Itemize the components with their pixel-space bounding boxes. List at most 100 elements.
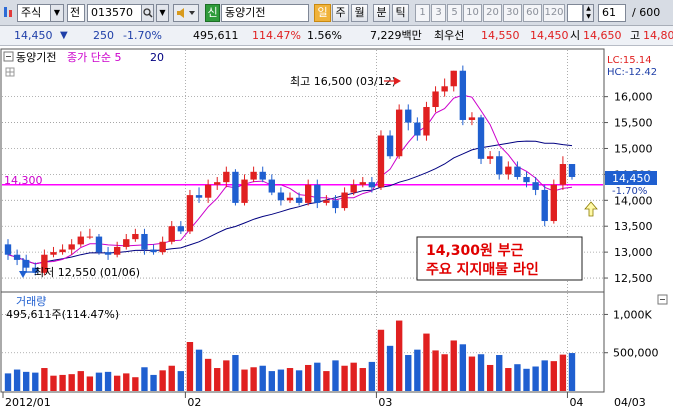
period-day-label: 일 [317, 6, 328, 19]
custom-period-input[interactable] [567, 4, 583, 22]
minute-120-button[interactable]: 120 [543, 4, 565, 22]
candle [550, 179, 557, 224]
stock-name-field: 동양기전 [221, 4, 309, 22]
minute-3-button[interactable]: 3 [431, 4, 446, 22]
period-month-button[interactable]: 월 [351, 4, 368, 22]
volume-bar [4, 373, 12, 391]
candle-body [514, 166, 521, 177]
minute-20-button[interactable]: 20 [483, 4, 502, 22]
volume-bar [32, 372, 39, 391]
candle-body [459, 70, 467, 120]
minute-30-label: 30 [506, 7, 519, 18]
candle-body [377, 135, 385, 188]
minute-10-button[interactable]: 10 [463, 4, 482, 22]
quote-bar: 14,450 ▼ 250 -1.70% 495,611 114.47% 1.56… [0, 26, 673, 46]
speaker-icon[interactable] [173, 4, 199, 22]
volume-bar [323, 371, 330, 391]
minute-30-button[interactable]: 30 [503, 4, 522, 22]
candle-body [68, 244, 75, 250]
top-toolbar: 주식 ▼ 전 013570 ▼ 신 동양기전 일 주 월 분 틱 1 3 5 1… [0, 0, 673, 26]
custom-period-spin-icon[interactable]: ▲ ▼ [583, 4, 594, 22]
candle-body [168, 226, 175, 242]
volume-bar [223, 360, 230, 391]
candle-body [477, 117, 485, 159]
volume-bar [50, 375, 57, 391]
period-tick-button[interactable]: 틱 [392, 4, 409, 22]
ma-short-label: 종가 단순 5 [67, 51, 121, 64]
turnover-rate: 1.56% [307, 29, 342, 42]
volume-bar [486, 364, 494, 391]
candle-body [559, 164, 567, 185]
volume-bar [368, 361, 376, 391]
volume-bar [259, 365, 266, 391]
candle-body [468, 117, 476, 120]
volume-bar [95, 372, 103, 391]
volume-bar [241, 369, 248, 391]
period-week-label: 주 [335, 6, 346, 19]
hc-label: HC:-12.42 [607, 67, 657, 78]
count-input[interactable]: 61 [598, 4, 626, 22]
volume-bar [559, 354, 567, 391]
candle-body [350, 184, 357, 193]
market-type-dropdown-icon[interactable]: ▼ [50, 4, 64, 22]
volume-bar [377, 329, 385, 391]
market-type-value: 주식 [21, 6, 42, 19]
period-minute-button[interactable]: 분 [373, 4, 390, 22]
volume-bar [295, 370, 303, 391]
candle-body [450, 70, 457, 87]
prefix-box[interactable]: 전 [67, 4, 85, 22]
volume-ratio: 114.47% [252, 29, 301, 42]
code-dropdown-icon[interactable]: ▼ [156, 4, 169, 22]
date-tick-label-0: 2012/01 [5, 396, 51, 409]
candle-body [305, 184, 312, 203]
candle-body [113, 246, 121, 255]
price-tick-label-0: 12,500 [614, 272, 653, 285]
volume-bar [314, 362, 321, 391]
open-value: 14,650 [583, 29, 622, 42]
minute-3-label: 3 [435, 7, 442, 18]
lc-label: LC:15.14 [607, 55, 652, 66]
stock-chart[interactable]: 12,50013,00013,50014,00014,50015,00015,5… [0, 46, 673, 411]
candle-body [286, 197, 294, 201]
candle-body [141, 233, 148, 250]
candle-body [295, 197, 303, 203]
volume-bar [568, 353, 576, 391]
period-week-button[interactable]: 주 [332, 4, 349, 22]
minute-10-label: 10 [466, 7, 479, 18]
candle [186, 189, 194, 234]
volume-bar [159, 370, 166, 391]
volume-bar [141, 367, 148, 391]
minute-5-button[interactable]: 5 [447, 4, 462, 22]
period-minute-label: 분 [376, 6, 387, 19]
candle-body [505, 166, 512, 175]
period-day-button[interactable]: 일 [314, 4, 331, 22]
stock-panel-label: 동양기전 [16, 51, 56, 64]
volume-bar [305, 364, 312, 391]
prefix-label: 전 [70, 6, 81, 19]
minute-60-button[interactable]: 60 [523, 4, 542, 22]
volume-bar [450, 340, 457, 391]
volume-bar [514, 364, 521, 391]
volume-bar [405, 355, 412, 391]
candle [423, 101, 430, 141]
trade-amount: 7,229백만 [370, 29, 422, 42]
search-icon[interactable] [141, 4, 154, 22]
volume-bar [432, 350, 439, 391]
volume-value: 495,611 [193, 29, 239, 42]
candle [95, 233, 103, 255]
candle-body [86, 236, 94, 238]
minute-120-label: 120 [544, 7, 564, 18]
candle-body [523, 176, 530, 183]
volume-bar [286, 368, 294, 391]
volume-tick-label-1: 1,000K [613, 308, 652, 321]
volume-bar [414, 349, 421, 391]
minute-1-button[interactable]: 1 [415, 4, 430, 22]
current-change-tag: -1.70% [612, 186, 647, 197]
candle-body [395, 109, 403, 157]
candle-body [50, 252, 57, 255]
candle-body [405, 109, 412, 123]
support-line-label: 14,300 [4, 174, 43, 187]
candle-body [568, 164, 576, 177]
candle-body [214, 182, 221, 185]
candle-body [4, 244, 12, 255]
